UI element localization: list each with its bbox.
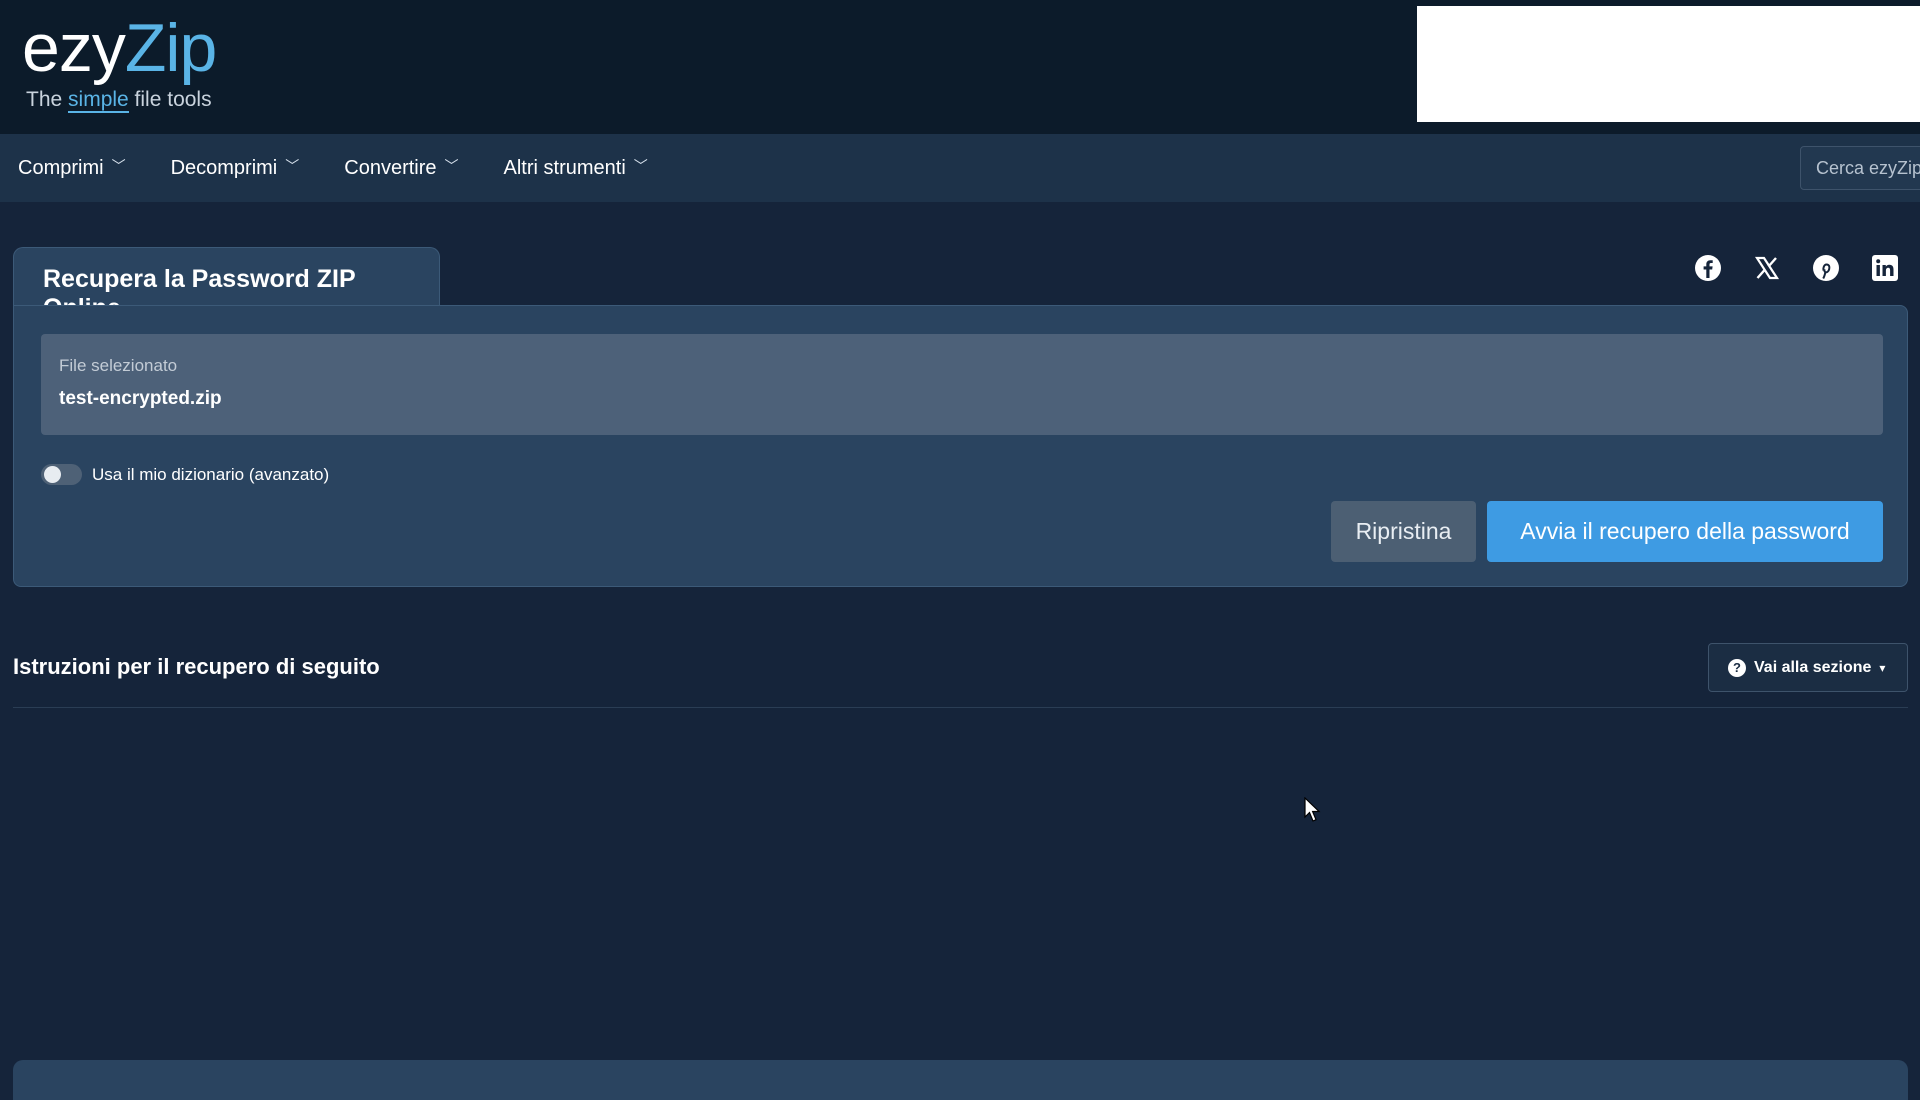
nav-item-decomprimi[interactable]: Decomprimi ﹀	[171, 157, 300, 180]
toggle-knob	[44, 466, 61, 483]
ad-banner	[1417, 6, 1920, 122]
chevron-down-icon: ﹀	[111, 158, 126, 174]
question-icon: ?	[1728, 658, 1746, 677]
linkedin-icon[interactable]	[1870, 253, 1900, 283]
search-input[interactable]: Cerca ezyZip	[1800, 146, 1920, 190]
section-divider	[13, 707, 1908, 708]
dictionary-toggle-label: Usa il mio dizionario (avanzato)	[92, 464, 330, 484]
chevron-down-icon: ﹀	[444, 158, 459, 174]
logo-text-ezy: ezy	[22, 10, 126, 86]
chevron-down-icon: ▾	[1879, 660, 1886, 675]
main-nav: Comprimi ﹀ Decomprimi ﹀ Convertire ﹀ Altri …	[0, 134, 1920, 202]
facebook-icon[interactable]	[1693, 253, 1723, 283]
x-icon[interactable]	[1752, 253, 1782, 283]
site-header: ezyZip The simple file tools	[0, 0, 1920, 134]
chevron-down-icon: ﹀	[285, 158, 300, 174]
pinterest-icon[interactable]	[1811, 253, 1841, 283]
ezyzip-logo[interactable]: ezyZip The simple file tools	[22, 14, 217, 113]
content-card-top	[13, 1060, 1908, 1100]
instructions-title: Istruzioni per il recupero di seguito	[13, 654, 380, 679]
selected-file-box: File selezionato test-encrypted.zip	[41, 334, 1883, 435]
mouse-cursor-icon	[1304, 796, 1322, 828]
social-share-bar	[1693, 253, 1920, 283]
file-label: File selezionato	[59, 356, 178, 375]
start-recovery-button[interactable]: Avvia il recupero della password	[1487, 501, 1883, 562]
password-recovery-panel: File selezionato test-encrypted.zip Usa …	[13, 305, 1908, 587]
nav-item-comprimi[interactable]: Comprimi ﹀	[18, 157, 126, 180]
nav-item-convertire[interactable]: Convertire ﹀	[344, 157, 458, 180]
dictionary-toggle-row: Usa il mio dizionario (avanzato)	[41, 464, 329, 485]
reset-button[interactable]: Ripristina	[1331, 501, 1476, 562]
tool-title-tab: Recupera la Password ZIP Online	[13, 247, 440, 322]
nav-item-altri-strumenti[interactable]: Altri strumenti ﹀	[504, 157, 648, 180]
file-name: test-encrypted.zip	[59, 388, 222, 409]
chevron-down-icon: ﹀	[633, 158, 648, 174]
logo-text-zip: Zip	[124, 10, 217, 86]
dictionary-toggle[interactable]	[41, 464, 82, 485]
goto-section-button[interactable]: ? Vai alla sezione ▾	[1708, 643, 1908, 692]
logo-tagline: The simple file tools	[26, 88, 212, 113]
